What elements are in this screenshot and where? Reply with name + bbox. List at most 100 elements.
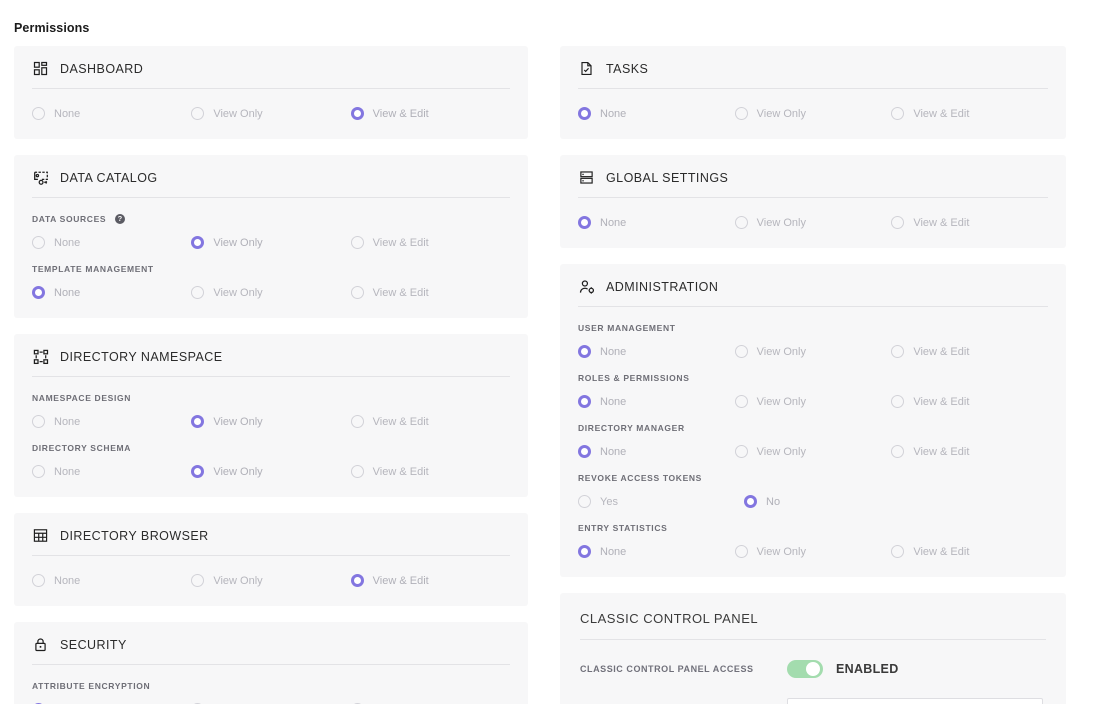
radio-option-none[interactable]: None	[32, 236, 191, 249]
radio-option-no[interactable]: No	[744, 495, 910, 508]
permission-options-data-catalog-0: None View Only View & Edit	[32, 232, 510, 252]
radio-option-view-only[interactable]: View Only	[734, 445, 892, 458]
radio-indicator	[734, 395, 748, 408]
radio-indicator	[32, 415, 45, 428]
permission-options-administration-0: None View Only View & Edit	[578, 341, 1048, 361]
radio-option-none[interactable]: None	[578, 395, 735, 408]
radio-option-view-edit[interactable]: View & Edit	[350, 574, 510, 587]
radio-option-view-edit[interactable]: View & Edit	[891, 107, 1048, 120]
radio-option-none[interactable]: None	[578, 445, 735, 458]
radio-option-label: None	[600, 345, 627, 358]
radio-option-view-edit[interactable]: View & Edit	[891, 216, 1048, 229]
radio-option-label: View & Edit	[913, 445, 970, 458]
radio-option-view-only[interactable]: View Only	[191, 465, 350, 478]
radio-option-view-only[interactable]: View Only	[734, 545, 892, 558]
radio-option-label: None	[600, 216, 627, 229]
radio-option-view-only[interactable]: View Only	[191, 107, 350, 120]
radio-indicator	[734, 345, 748, 358]
radio-option-label: View Only	[756, 545, 806, 558]
classic-control-panel-access-state: ENABLED	[836, 662, 899, 676]
radio-option-view-only[interactable]: View Only	[734, 345, 892, 358]
radio-indicator	[891, 345, 905, 358]
radio-option-view-edit[interactable]: View & Edit	[891, 545, 1048, 558]
left-column: DASHBOARD None View Only View & Edit DATA CA…	[14, 46, 528, 704]
radio-option-view-edit[interactable]: View & Edit	[891, 345, 1048, 358]
radio-option-none[interactable]: None	[32, 107, 191, 120]
radio-option-none[interactable]: None	[578, 545, 735, 558]
radio-option-label: View & Edit	[913, 107, 970, 120]
radio-option-label: None	[54, 236, 81, 249]
radio-indicator	[191, 415, 205, 428]
radio-option-none[interactable]: None	[32, 286, 191, 299]
radio-option-label: View & Edit	[372, 574, 429, 587]
permission-group-label: NAMESPACE DESIGN	[32, 393, 510, 403]
card-title: DASHBOARD	[60, 61, 144, 76]
help-icon[interactable]: ?	[115, 214, 126, 224]
radio-option-view-only[interactable]: View Only	[191, 415, 350, 428]
radio-option-none[interactable]: None	[32, 465, 191, 478]
radio-option-none[interactable]: None	[32, 415, 191, 428]
radio-option-view-edit[interactable]: View & Edit	[350, 286, 510, 299]
radio-indicator	[734, 545, 748, 558]
radio-option-none[interactable]: None	[578, 216, 735, 229]
radio-option-label: View & Edit	[372, 465, 429, 478]
permission-group-label-text: DIRECTORY SCHEMA	[32, 443, 132, 453]
radio-indicator	[191, 465, 205, 478]
radio-indicator	[350, 465, 364, 478]
radio-option-view-only[interactable]: View Only	[734, 216, 892, 229]
permission-options-security-0: NoneView OnlyView & Edit	[32, 699, 510, 704]
classic-control-panel-card: CLASSIC CONTROL PANEL CLASSIC CONTROL PAN…	[560, 593, 1066, 704]
radio-option-view-edit[interactable]: View & Edit	[891, 445, 1048, 458]
radio-option-view-edit[interactable]: View & Edit	[350, 107, 510, 120]
permission-options-administration-1: None View Only View & Edit	[578, 391, 1048, 411]
card-title: DIRECTORY BROWSER	[60, 528, 209, 543]
permission-group-data-catalog-1: TEMPLATE MANAGEMENT None View Only View & E…	[32, 252, 510, 302]
permission-options-directory-browser-0: None View Only View & Edit	[32, 560, 510, 590]
radio-option-view-edit[interactable]: View & Edit	[350, 236, 510, 249]
radio-indicator	[891, 395, 905, 408]
radio-option-view-only[interactable]: View Only	[191, 236, 350, 249]
radio-option-label: View Only	[213, 236, 263, 249]
classic-control-panel-access-label: CLASSIC CONTROL PANEL ACCESS	[580, 664, 754, 674]
radio-option-label: View & Edit	[913, 345, 970, 358]
radio-option-view-only[interactable]: View Only	[734, 107, 892, 120]
radio-option-label: View Only	[213, 107, 263, 120]
classic-control-panel-title: CLASSIC CONTROL PANEL	[580, 611, 1046, 640]
radio-indicator	[191, 574, 205, 587]
radio-option-view-edit[interactable]: View & Edit	[891, 395, 1048, 408]
radio-option-label: None	[600, 395, 627, 408]
permission-group-label-text: NAMESPACE DESIGN	[32, 393, 132, 403]
radio-option-label: View Only	[213, 465, 263, 478]
user-settings-icon	[578, 278, 595, 295]
radio-option-yes[interactable]: Yes	[578, 495, 744, 508]
radio-option-view-only[interactable]: View Only	[191, 574, 350, 587]
dashboard-grid-icon	[32, 60, 49, 77]
radio-option-view-edit[interactable]: View & Edit	[350, 465, 510, 478]
radio-indicator	[578, 495, 591, 508]
radio-option-label: None	[600, 445, 627, 458]
card-title: TASKS	[606, 61, 649, 76]
radio-indicator	[578, 545, 591, 558]
permission-options-global-settings-0: None View Only View & Edit	[578, 202, 1048, 232]
permission-group-label: ENTRY STATISTICS	[578, 523, 1048, 533]
radio-indicator	[350, 286, 364, 299]
radio-option-label: None	[600, 107, 627, 120]
table-grid-icon	[32, 527, 49, 544]
impersonate-role-field[interactable]	[787, 698, 1043, 704]
radio-option-none[interactable]: None	[32, 574, 191, 587]
permission-group-label: TEMPLATE MANAGEMENT	[32, 264, 510, 274]
radio-option-view-only[interactable]: View Only	[191, 286, 350, 299]
radio-indicator	[744, 495, 757, 508]
radio-option-view-edit[interactable]: View & Edit	[350, 415, 510, 428]
radio-option-view-only[interactable]: View Only	[734, 395, 892, 408]
namespace-tree-icon	[32, 348, 49, 365]
radio-option-none[interactable]: None	[578, 107, 735, 120]
permission-card-dashboard: DASHBOARD None View Only View & Edit	[14, 46, 528, 139]
radio-option-none[interactable]: None	[578, 345, 735, 358]
permission-options-administration-4: None View Only View & Edit	[578, 541, 1048, 561]
toggle-knob	[806, 662, 820, 676]
radio-indicator	[891, 445, 905, 458]
permission-group-administration-4: ENTRY STATISTICS None View Only View & Edit	[578, 511, 1048, 561]
radio-indicator	[191, 286, 205, 299]
classic-control-panel-access-toggle[interactable]	[787, 660, 823, 678]
